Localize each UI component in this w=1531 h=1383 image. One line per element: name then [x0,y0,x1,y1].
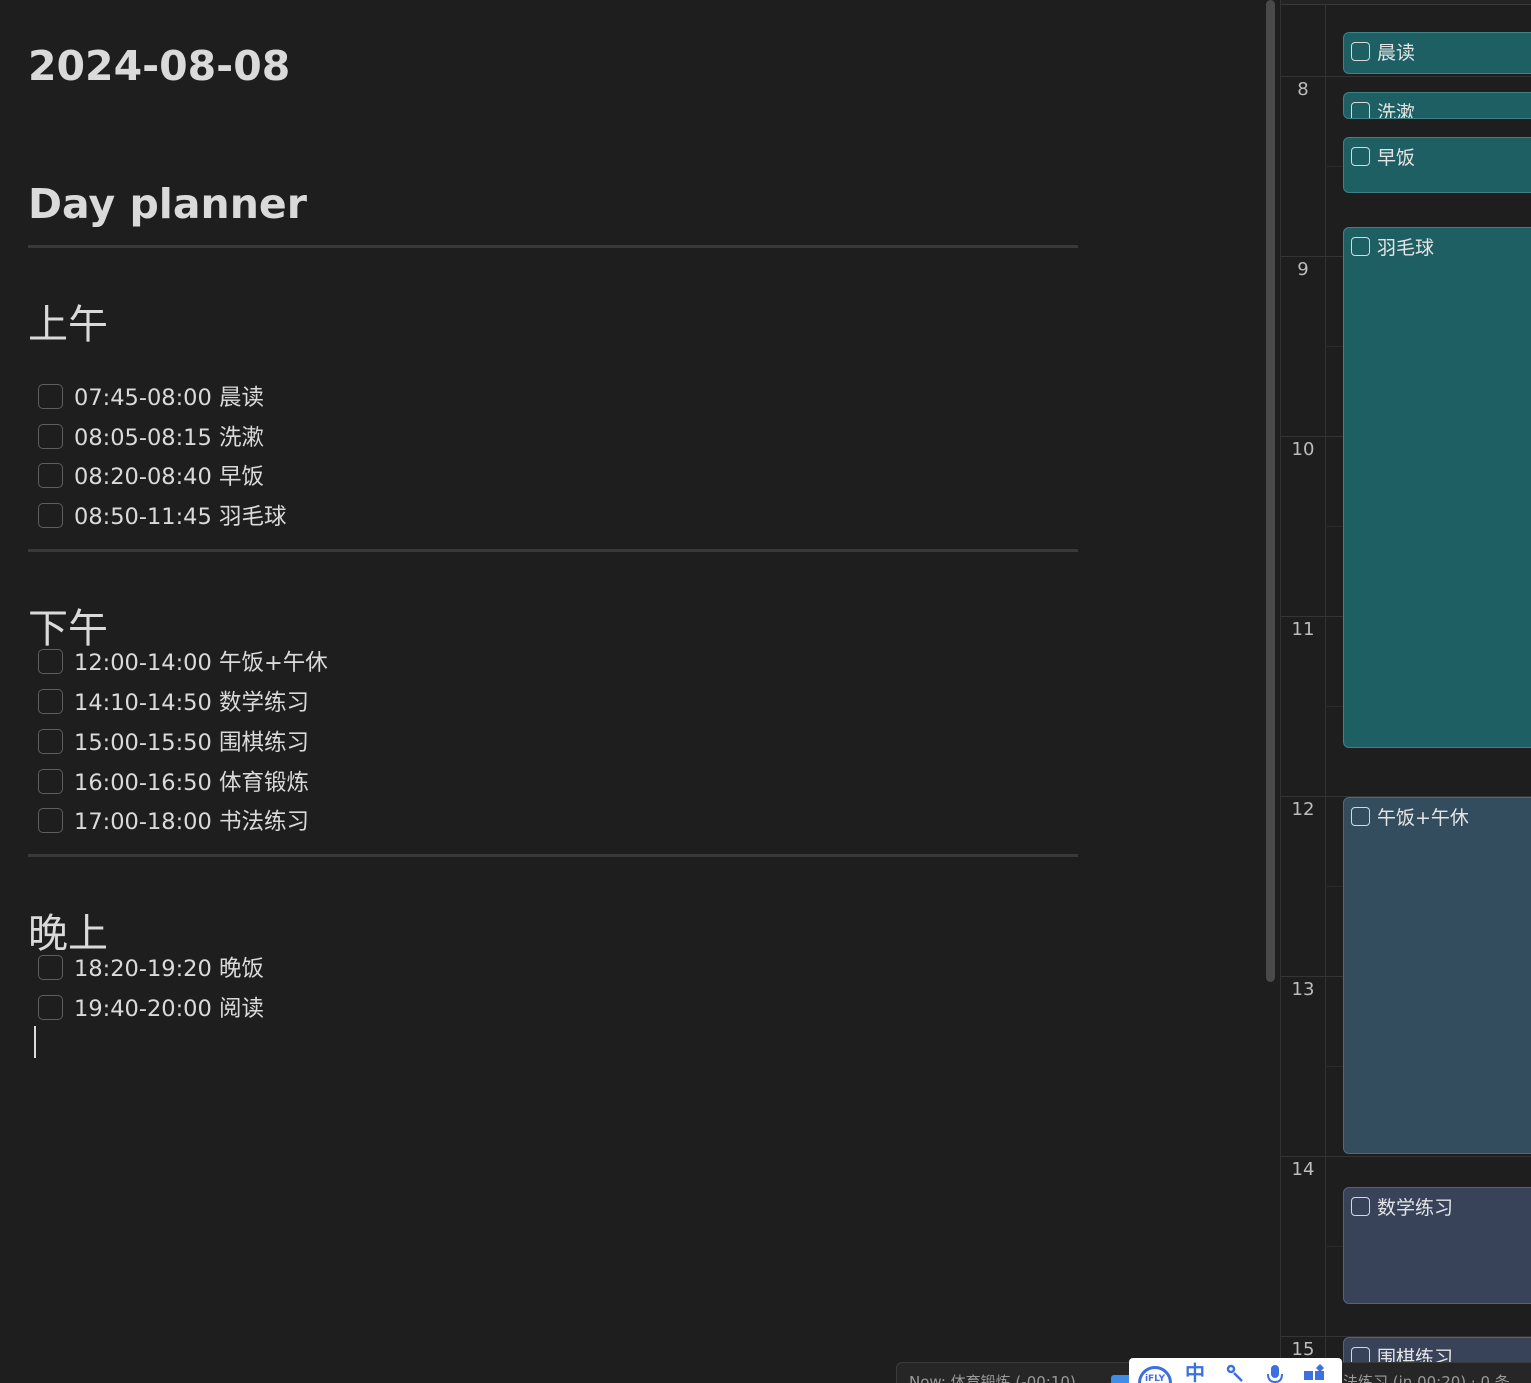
task-text: 15:00-15:50 围棋练习 [74,730,309,756]
ime-mode-toggle[interactable]: 中 [1175,1358,1215,1383]
text-cursor [34,1026,36,1058]
block-label: 羽毛球 [1377,237,1435,259]
hour-label: 11 [1291,619,1315,640]
hour-line [1281,1156,1531,1157]
day-planner-heading: Day planner [28,180,307,228]
block-label: 早饭 [1377,147,1416,169]
punctuation-icon[interactable] [1215,1358,1255,1383]
task-item[interactable]: 15:00-15:50 围棋练习 [38,725,309,757]
heading-divider [28,245,1078,248]
toolbox-icon[interactable] [1295,1358,1335,1383]
block-checkbox[interactable] [1351,147,1370,166]
task-text: 14:10-14:50 数学练习 [74,690,309,716]
task-item[interactable]: 08:20-08:40 早饭 [38,459,264,491]
hour-label: 12 [1291,799,1315,820]
task-checkbox[interactable] [38,954,63,980]
task-text: 18:20-19:20 晚饭 [74,956,264,982]
task-item[interactable]: 07:45-08:00 晨读 [38,380,264,412]
hour-label: 10 [1291,439,1315,460]
timeline-block[interactable]: 羽毛球 [1343,227,1531,748]
status-next-text[interactable]: 法练习 (in 00:20) · 0 条 [1343,1371,1510,1383]
editor-scrollbar[interactable] [1262,0,1280,1383]
task-item[interactable]: 19:40-20:00 阅读 [38,991,264,1023]
task-checkbox[interactable] [38,423,63,449]
timeline-block[interactable]: 数学练习 [1343,1187,1531,1304]
block-checkbox[interactable] [1351,102,1370,118]
block-label: 洗漱 [1377,102,1416,119]
task-text: 07:45-08:00 晨读 [74,385,264,411]
obsidian-window: 2024-08-08 Day planner 上午 07:45-08:00 晨读… [0,0,1531,1383]
task-checkbox[interactable] [38,462,63,488]
hour-gutter [1325,5,1326,1383]
block-checkbox[interactable] [1351,237,1370,256]
microphone-icon[interactable] [1255,1358,1295,1383]
section-divider [28,854,1078,857]
task-text: 08:20-08:40 早饭 [74,464,264,490]
editor-pane[interactable]: 2024-08-08 Day planner 上午 07:45-08:00 晨读… [0,0,1262,1383]
hour-line [1281,76,1531,77]
hour-label: 15 [1291,1339,1315,1360]
task-item[interactable]: 17:00-18:00 书法练习 [38,804,309,836]
timeline-block[interactable]: 午饭+午休 [1343,797,1531,1154]
task-checkbox[interactable] [38,807,63,833]
hour-label: 8 [1297,79,1309,100]
section-heading-morning: 上午 [28,302,108,348]
hour-label: 14 [1291,1159,1315,1180]
timeline-block[interactable]: 早饭 [1343,137,1531,193]
day-planner-timeline[interactable]: 8 9 10 11 12 13 14 15 晨读 洗漱 早饭 羽毛球 午饭+午休… [1280,0,1531,1383]
timeline-block[interactable]: 洗漱 [1343,92,1531,119]
task-item[interactable]: 16:00-16:50 体育锻炼 [38,765,309,797]
block-checkbox[interactable] [1351,807,1370,826]
hour-label: 9 [1297,259,1309,280]
task-text: 12:00-14:00 午饭+午休 [74,650,328,676]
task-item[interactable]: 14:10-14:50 数学练习 [38,685,309,717]
task-checkbox[interactable] [38,648,63,674]
task-text: 16:00-16:50 体育锻炼 [74,770,309,796]
task-text: 08:05-08:15 洗漱 [74,425,264,451]
block-checkbox[interactable] [1351,42,1370,61]
block-label: 晨读 [1377,42,1416,64]
timeline-block[interactable]: 晨读 [1343,32,1531,74]
task-checkbox[interactable] [38,728,63,754]
task-text: 08:50-11:45 羽毛球 [74,504,287,530]
task-text: 19:40-20:00 阅读 [74,996,264,1022]
task-checkbox[interactable] [38,383,63,409]
task-text: 17:00-18:00 书法练习 [74,809,309,835]
ime-logo-icon[interactable]: iFLY [1135,1358,1175,1383]
timeline-header [1281,0,1531,5]
block-label: 数学练习 [1377,1197,1454,1219]
ime-toolbar[interactable]: iFLY 中 [1129,1358,1342,1383]
task-checkbox[interactable] [38,768,63,794]
task-checkbox[interactable] [38,502,63,528]
task-item[interactable]: 08:50-11:45 羽毛球 [38,499,286,531]
task-checkbox[interactable] [38,688,63,714]
scrollbar-thumb[interactable] [1266,0,1275,982]
task-item[interactable]: 18:20-19:20 晚饭 [38,951,264,983]
block-checkbox[interactable] [1351,1197,1370,1216]
task-item[interactable]: 08:05-08:15 洗漱 [38,420,264,452]
task-checkbox[interactable] [38,994,63,1020]
hour-label: 13 [1291,979,1315,1000]
status-now-text[interactable]: Now: 体育锻炼 (-00:10) [909,1371,1076,1383]
task-item[interactable]: 12:00-14:00 午饭+午休 [38,645,328,677]
section-divider [28,549,1078,552]
note-title: 2024-08-08 [28,42,291,90]
block-label: 午饭+午休 [1377,807,1469,829]
